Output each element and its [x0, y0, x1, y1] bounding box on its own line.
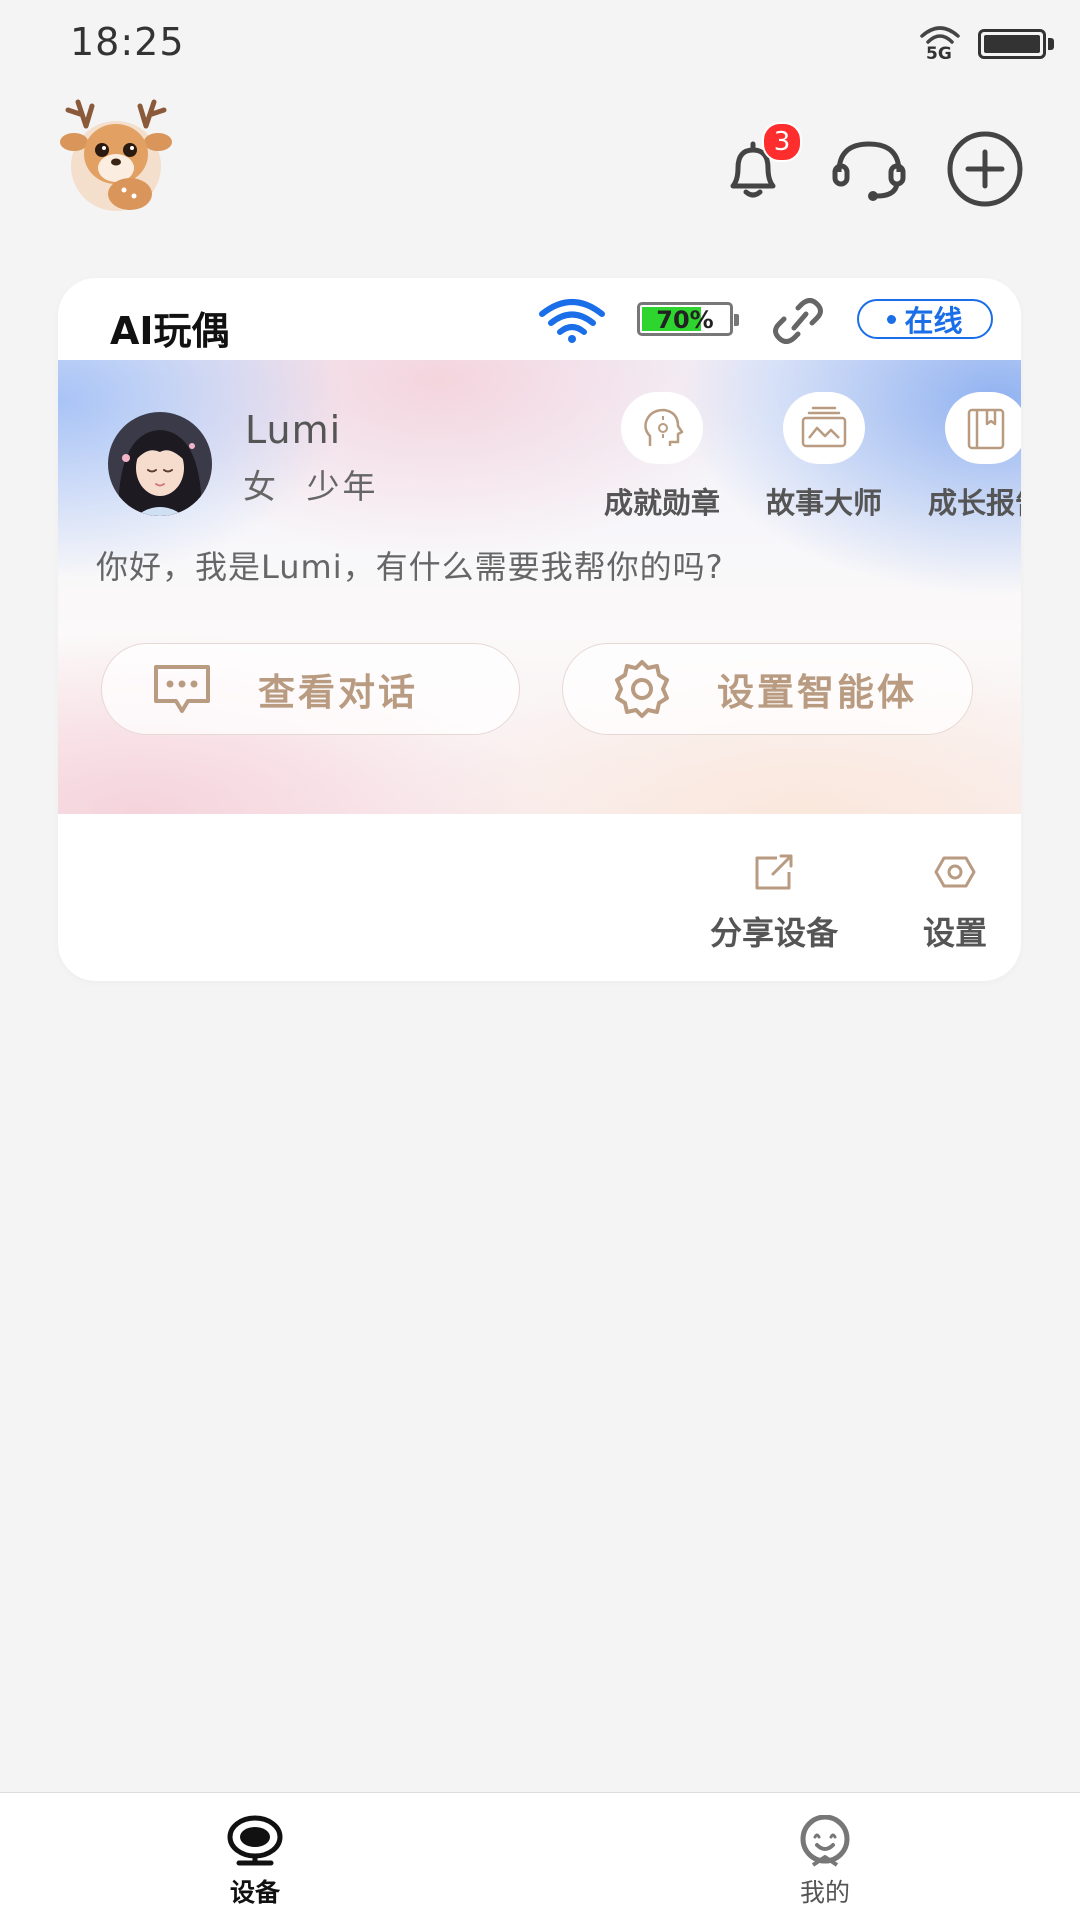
wifi-icon [538, 298, 606, 348]
online-status-badge: 在线 [857, 299, 993, 339]
card-footer: 分享设备 设置 [58, 814, 1021, 981]
card-header: AI玩偶 70% 在线 [58, 278, 1021, 360]
view-chat-button[interactable]: 查看对话 [101, 643, 520, 735]
battery-percent: 70% [656, 306, 714, 334]
header-actions: 3 [712, 122, 1026, 210]
chat-icon [154, 665, 210, 713]
status-time: 18:25 [70, 20, 185, 64]
role-age-group: 少年 [306, 467, 379, 506]
device-settings-label: 设置 [922, 914, 987, 952]
share-device-label: 分享设备 [709, 914, 838, 952]
agent-settings-label: 设置智能体 [717, 671, 917, 714]
hex-settings-icon [934, 856, 976, 888]
story-book-icon [783, 392, 865, 464]
tab-profile-label: 我的 [799, 1878, 850, 1907]
bottom-tab-bar: 设备 我的 [0, 1792, 1080, 1921]
notification-badge: 3 [762, 122, 802, 162]
report-book-icon [945, 392, 1021, 464]
profile-icon [800, 1814, 850, 1867]
device-icon [227, 1815, 283, 1866]
role-name: Lumi [245, 408, 342, 452]
greeting-text: 你好，我是Lumi，有什么需要我帮你的吗? [96, 548, 724, 586]
quick-action-label: 故事大师 [765, 486, 882, 520]
achievement-medal-button[interactable]: 成就勋章 [582, 392, 742, 522]
customer-service-button[interactable] [828, 128, 910, 210]
share-device-button[interactable]: 分享设备 [694, 852, 854, 954]
device-card: AI玩偶 70% 在线 Lumi 女 少年 成就勋章 故事大师 成长报 你好，我… [58, 278, 1021, 981]
plus-circle-icon [947, 131, 1023, 207]
view-chat-label: 查看对话 [258, 671, 418, 714]
gear-icon [615, 660, 669, 718]
growth-report-button[interactable]: 成长报告 [906, 392, 1021, 522]
tab-device[interactable]: 设备 [195, 1815, 315, 1909]
head-medal-icon [621, 392, 703, 464]
device-settings-button[interactable]: 设置 [900, 852, 1010, 954]
agent-settings-button[interactable]: 设置智能体 [562, 643, 973, 735]
deer-avatar-icon[interactable] [52, 96, 180, 212]
agent-panel: Lumi 女 少年 成就勋章 故事大师 成长报 你好，我是Lumi，有什么需要我… [58, 360, 1021, 814]
share-icon [755, 854, 793, 890]
device-battery: 70% [637, 302, 739, 336]
role-gender: 女 [243, 467, 279, 506]
role-avatar[interactable] [108, 412, 212, 516]
quick-action-label: 成长报告 [927, 486, 1021, 520]
headset-icon [832, 141, 906, 201]
device-title: AI玩偶 [110, 309, 230, 353]
status-icons: 5G [918, 24, 1054, 64]
notification-button[interactable]: 3 [712, 122, 802, 210]
link-icon[interactable] [772, 298, 824, 348]
battery-tip [734, 314, 739, 326]
online-status-label: 在线 [904, 304, 963, 338]
network-type: 5G [926, 44, 952, 64]
quick-action-label: 成就勋章 [603, 486, 720, 520]
role-meta: 女 少年 [243, 460, 379, 508]
story-master-button[interactable]: 故事大师 [744, 392, 904, 522]
tab-profile[interactable]: 我的 [765, 1814, 885, 1909]
online-dot [887, 314, 897, 324]
add-device-button[interactable] [944, 128, 1026, 210]
battery-icon [978, 27, 1054, 61]
signal-icon: 5G [918, 24, 962, 64]
tab-device-label: 设备 [229, 1878, 280, 1907]
